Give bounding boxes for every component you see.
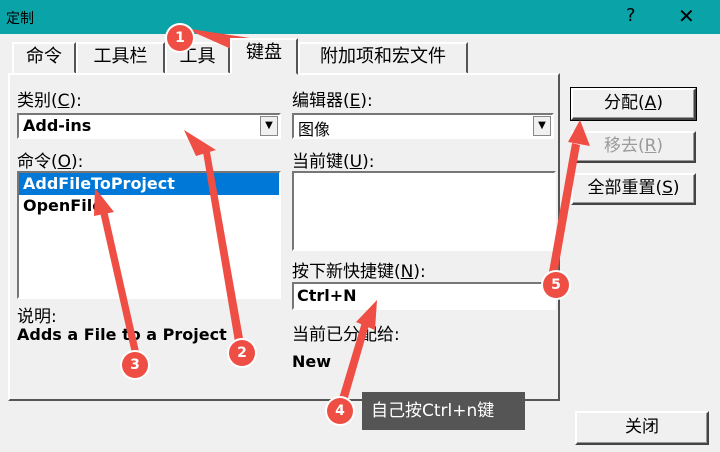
assigned-to-label: 当前已分配给: — [292, 325, 400, 345]
category-value: Add-ins — [23, 116, 92, 135]
annotation-badge-1: 1 — [167, 25, 193, 51]
title-bar: 定制 ? ✕ — [0, 0, 720, 34]
annotation-callout: 自己按Ctrl+n键 — [362, 392, 525, 430]
new-shortcut-input[interactable]: Ctrl+N — [292, 282, 556, 310]
annotation-badge-4: 4 — [327, 398, 353, 424]
description-label: 说明: — [17, 307, 57, 327]
editor-label: 编辑器(E): — [292, 91, 373, 111]
description-text: Adds a File to a Project — [17, 325, 227, 344]
close-button[interactable]: 关闭 — [575, 411, 709, 445]
chevron-down-icon[interactable]: ▼ — [260, 116, 278, 136]
tab-toolbars[interactable]: 工具栏 — [76, 42, 165, 74]
annotation-badge-2: 2 — [229, 340, 255, 366]
annotation-badge-5: 5 — [543, 272, 569, 298]
current-keys-list[interactable] — [292, 171, 556, 251]
list-item[interactable]: OpenFile — [19, 195, 279, 217]
annotation-badge-3: 3 — [122, 352, 148, 378]
commands-label: 命令(O): — [17, 152, 84, 172]
assign-button[interactable]: 分配(A) — [570, 87, 697, 121]
list-item[interactable]: AddFileToProject — [19, 173, 279, 195]
assigned-to-value: New — [292, 352, 332, 371]
help-icon[interactable]: ? — [626, 5, 636, 26]
reset-all-button[interactable]: 全部重置(S) — [571, 173, 696, 205]
tab-addins-macros[interactable]: 附加项和宏文件 — [298, 42, 468, 74]
new-shortcut-label: 按下新快捷键(N): — [292, 262, 426, 282]
category-label: 类别(C): — [17, 91, 82, 111]
chevron-down-icon[interactable]: ▼ — [533, 116, 551, 136]
tab-keyboard[interactable]: 键盘 — [230, 38, 298, 75]
editor-dropdown[interactable]: 图像 ▼ — [292, 113, 554, 139]
remove-button[interactable]: 移去(R) — [571, 131, 696, 163]
tab-commands[interactable]: 命令 — [12, 42, 76, 74]
close-icon[interactable]: ✕ — [678, 4, 695, 28]
editor-value: 图像 — [298, 120, 331, 139]
commands-list[interactable]: AddFileToProject OpenFile — [17, 171, 281, 299]
category-dropdown[interactable]: Add-ins ▼ — [17, 113, 281, 139]
window-title: 定制 — [6, 11, 34, 27]
current-keys-label: 当前键(U): — [292, 152, 375, 172]
